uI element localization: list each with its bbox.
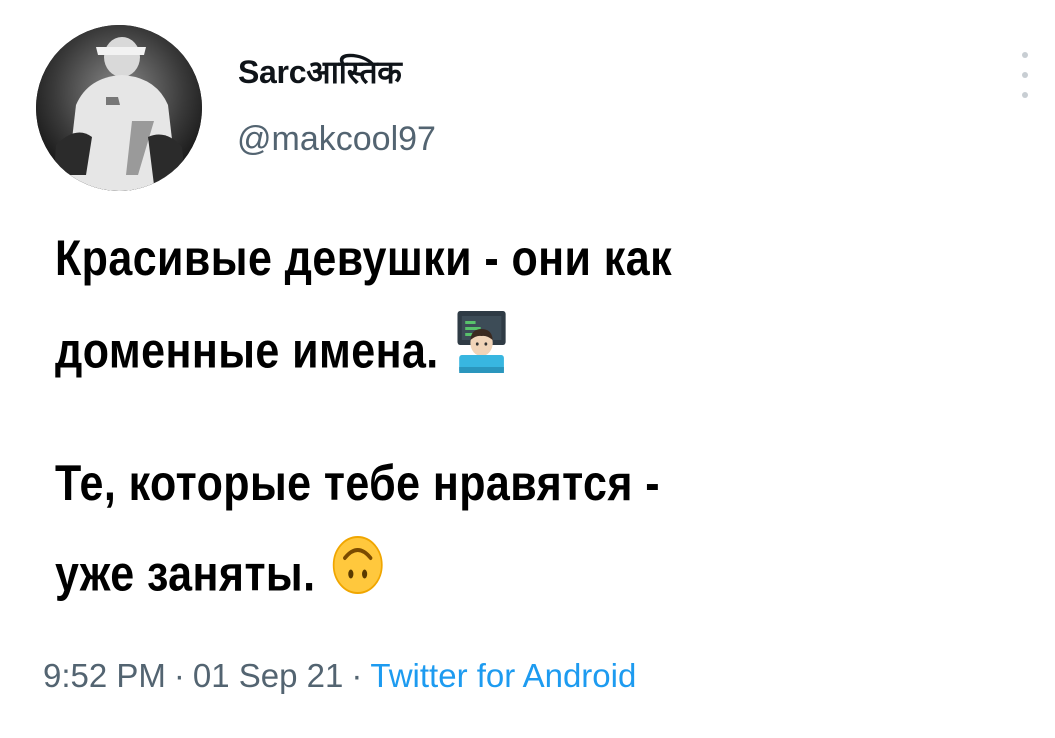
- tweet-date[interactable]: 01 Sep 21: [193, 657, 343, 694]
- tweet-time[interactable]: 9:52 PM: [43, 657, 166, 694]
- meta-separator: ·: [173, 657, 185, 694]
- tweet-line: Те, которые тебе нравятся -: [55, 455, 661, 511]
- tweet-paragraph-1: Красивые девушки - они как доменные имен…: [55, 228, 672, 402]
- tweet-line-text: уже заняты.: [55, 545, 316, 602]
- menu-dot: [1022, 92, 1028, 98]
- tweet-source-link[interactable]: Twitter for Android: [370, 657, 636, 694]
- tweet-line-with-emoji: уже заняты.: [55, 536, 660, 627]
- menu-dot: [1022, 52, 1028, 58]
- tweet-meta: 9:52 PM · 01 Sep 21 · Twitter for Android: [43, 657, 636, 695]
- author-display-name[interactable]: Sarcआस्तिक: [238, 50, 402, 93]
- author-handle[interactable]: @makcool97: [237, 120, 436, 159]
- avatar[interactable]: [36, 25, 202, 191]
- tweet-paragraph-2: Те, которые тебе нравятся - уже заняты.: [55, 453, 660, 627]
- more-vertical-icon[interactable]: [1019, 52, 1031, 98]
- avatar-image: [36, 25, 202, 191]
- menu-dot: [1022, 72, 1028, 78]
- upside-down-face-emoji-icon: [331, 534, 384, 609]
- tweet-line-with-emoji: доменные имена.: [55, 311, 672, 402]
- meta-separator: ·: [351, 657, 363, 694]
- tweet-line: Красивые девушки - они как: [55, 230, 673, 286]
- technologist-emoji-icon: [454, 309, 509, 388]
- tweet-line-text: доменные имена.: [55, 322, 439, 379]
- tweet-card: Sarcआस्तिक @makcool97 Красивые девушки -…: [0, 0, 1055, 738]
